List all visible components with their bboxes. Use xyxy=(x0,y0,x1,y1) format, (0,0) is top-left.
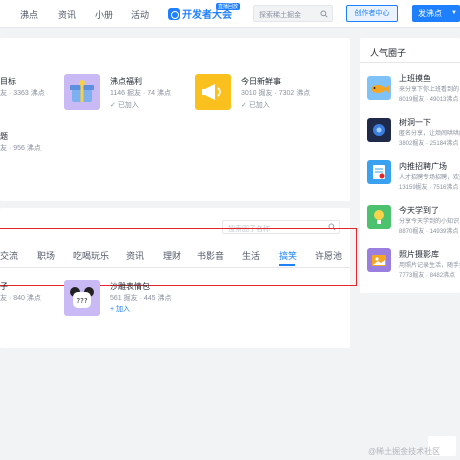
joined-status: ✓ 已加入 xyxy=(110,100,139,110)
circle-name[interactable]: 沸点福利 xyxy=(110,76,142,87)
joined-status-label: 已加入 xyxy=(117,102,139,109)
post-pin-button[interactable]: 发沸点 ▼ xyxy=(412,5,460,22)
sidebar-avatar-slacking[interactable] xyxy=(367,76,391,100)
creator-center-button[interactable]: 创作者中心 xyxy=(346,5,398,22)
sidebar-item-name[interactable]: 今天学到了 xyxy=(399,205,439,216)
sidebar-item-desc: 用照片记录生活，随手拍 xyxy=(399,263,460,269)
sidebar-item-meta: 7773掘友 · 8482沸点 xyxy=(399,273,456,279)
global-search-input[interactable]: 探索稀土掘金 xyxy=(253,5,333,22)
nav-item-events[interactable]: 活动 xyxy=(131,8,149,21)
sidebar-item-name[interactable]: 照片摄影库 xyxy=(399,249,439,260)
circle-name[interactable]: 目标 xyxy=(0,76,16,87)
circle-meta: 1146 掘友 · 74 沸点 xyxy=(110,90,171,97)
sidebar-item-name[interactable]: 上班摸鱼 xyxy=(399,73,431,84)
join-circle-label: 加入 xyxy=(116,306,131,313)
global-search-placeholder: 探索稀土掘金 xyxy=(259,12,301,19)
svg-text:???: ??? xyxy=(76,297,87,305)
sidebar-avatar-photography[interactable] xyxy=(367,248,391,272)
sidebar-title: 人气圈子 xyxy=(370,48,407,58)
circle-name[interactable]: 子 xyxy=(0,281,8,292)
annotation-highlight-box xyxy=(0,228,357,286)
circle-avatar-today-news[interactable] xyxy=(195,74,231,110)
photo-icon xyxy=(372,255,386,266)
sidebar-item-desc: 匿名分享，让烦闹哄哄的 xyxy=(399,131,460,137)
circle-meta: 友 · 956 沸点 xyxy=(0,145,41,152)
circle-name[interactable]: 今日新鲜事 xyxy=(241,76,281,87)
circle-avatar-funny-stickers[interactable]: ??? xyxy=(64,280,100,316)
sidebar-avatar-tree-hole[interactable] xyxy=(367,118,391,142)
top-navigation-bar: 沸点 资讯 小册 活动 开发者大会 直播回放 探索稀土掘金 创作者中心 发沸点 … xyxy=(0,0,460,28)
sidebar-item-meta: 8870掘友 · 14939沸点 xyxy=(399,229,459,235)
gift-icon xyxy=(70,80,94,102)
panda-face-icon: ??? xyxy=(70,287,94,308)
brand-badge: 直播回放 xyxy=(216,3,241,10)
sidebar-item-meta: 13159掘友 · 7516沸点 xyxy=(399,185,459,191)
brand-logo-icon xyxy=(168,7,180,20)
post-pin-label: 发沸点 xyxy=(418,9,442,18)
join-circle-button[interactable]: + 加入 xyxy=(110,304,130,314)
developer-conference-link[interactable]: 开发者大会 直播回放 xyxy=(168,3,241,21)
check-icon: ✓ xyxy=(110,102,118,109)
nav-item-pins[interactable]: 沸点 xyxy=(20,8,38,21)
tree-hole-icon xyxy=(373,124,385,136)
sidebar-item-name[interactable]: 内推招聘广场 xyxy=(399,161,447,172)
sidebar-item-meta: 3802掘友 · 25184沸点 xyxy=(399,141,459,147)
sidebar-item-desc: 来分享下你上班看到的 xyxy=(399,87,460,93)
sidebar-avatar-learned-today[interactable] xyxy=(367,205,391,229)
sidebar-item-meta: 8019掘友 · 49013沸点 xyxy=(399,97,459,103)
chevron-down-icon[interactable]: ▼ xyxy=(451,5,457,22)
nav-item-news[interactable]: 资讯 xyxy=(58,8,76,21)
nav-item-booklets[interactable]: 小册 xyxy=(95,8,113,21)
fish-icon xyxy=(371,85,389,93)
watermark: @稀土掘金技术社区 xyxy=(368,447,441,456)
sidebar-divider xyxy=(360,62,460,63)
circle-meta: 3010 掘友 · 7302 沸点 xyxy=(241,90,311,97)
circle-name[interactable]: 题 xyxy=(0,131,8,142)
circle-meta: 友 · 840 沸点 xyxy=(0,295,41,302)
sidebar-item-desc: 分享今天学到的小知识，专 xyxy=(399,219,460,225)
sidebar-item-desc: 人才招聘专场招聘，欢迎 xyxy=(399,175,460,181)
check-icon: ✓ xyxy=(241,102,249,109)
my-circles-card xyxy=(0,38,350,201)
sidebar-avatar-recruiting[interactable] xyxy=(367,160,391,184)
megaphone-icon xyxy=(202,84,221,100)
document-icon xyxy=(373,165,385,179)
search-icon[interactable] xyxy=(320,10,328,18)
joined-status: ✓ 已加入 xyxy=(241,100,270,110)
circle-meta: 561 掘友 · 445 沸点 xyxy=(110,295,172,302)
circle-meta: 友 · 3363 沸点 xyxy=(0,90,45,97)
joined-status-label: 已加入 xyxy=(248,102,270,109)
circle-avatar-welfare[interactable] xyxy=(64,74,100,110)
circle-name[interactable]: 沙雕表情包 xyxy=(110,281,150,292)
lightbulb-icon xyxy=(374,210,384,224)
sidebar-item-name[interactable]: 树洞一下 xyxy=(399,117,431,128)
